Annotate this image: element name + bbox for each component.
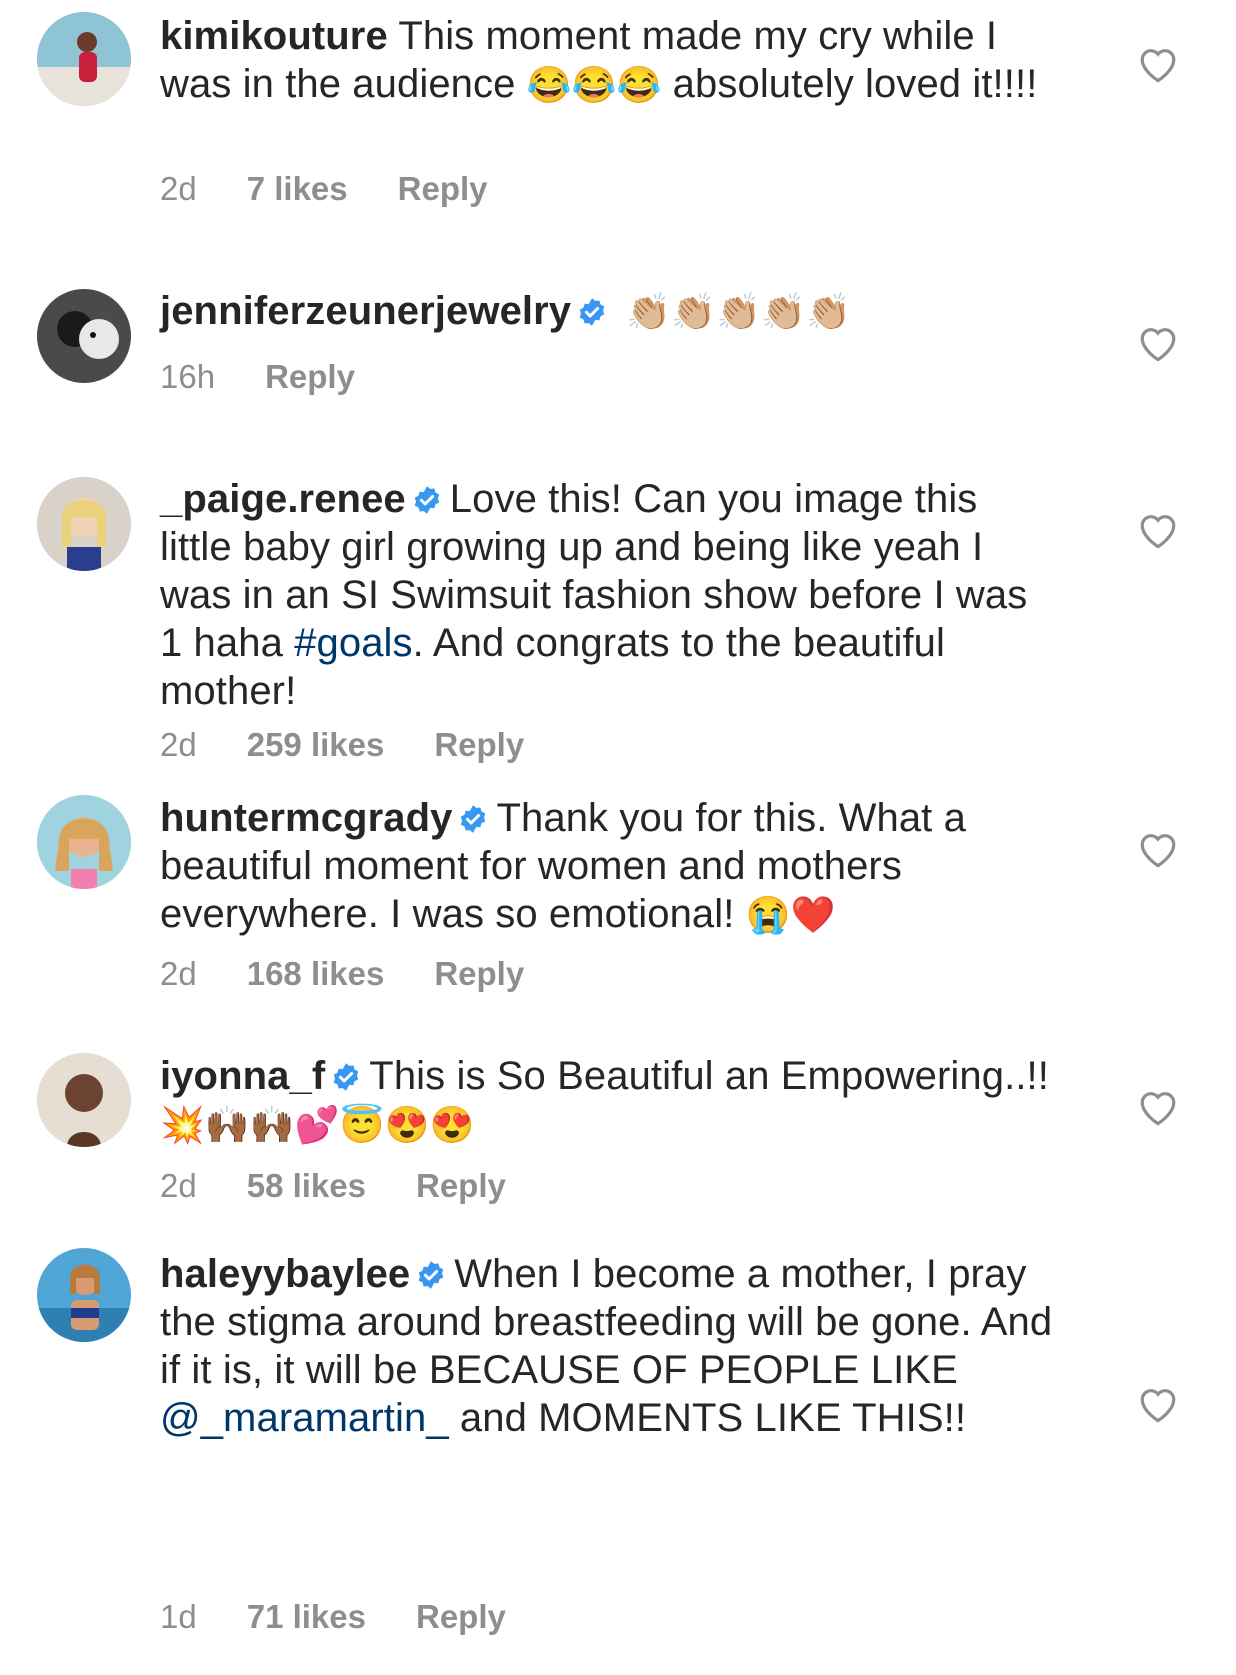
comment-meta: 2d 7 likes Reply — [160, 170, 538, 208]
comment-body: This is So Beautiful an Empowering..!! — [369, 1054, 1049, 1098]
likes-count[interactable]: 259 likes — [247, 726, 385, 764]
timestamp: 2d — [160, 170, 197, 207]
username[interactable]: iyonna_f — [160, 1054, 325, 1098]
comment-text: jenniferzeunerjewelry 👏🏼👏🏼👏🏼👏🏼👏🏼 — [160, 287, 1060, 336]
avatar[interactable] — [37, 477, 131, 571]
emoji: 😂😂😂 — [526, 64, 662, 105]
verified-badge-icon — [458, 804, 488, 834]
comment-body: absolutely loved it!!!! — [661, 62, 1038, 106]
username[interactable]: kimikouture — [160, 14, 388, 58]
avatar[interactable] — [37, 12, 131, 106]
heart-outline-icon[interactable] — [1137, 1087, 1179, 1127]
verified-badge-icon — [577, 297, 607, 327]
verified-badge-icon — [331, 1062, 361, 1092]
comment-meta: 2d 259 likes Reply — [160, 726, 574, 764]
timestamp: 16h — [160, 358, 216, 395]
verified-badge-icon — [412, 485, 442, 515]
comment-meta: 16h Reply — [160, 358, 405, 396]
hashtag-link[interactable]: #goals — [294, 621, 412, 665]
comment-body — [615, 289, 626, 333]
timestamp: 2d — [160, 726, 197, 763]
reply-button[interactable]: Reply — [265, 358, 355, 396]
avatar[interactable] — [37, 1053, 131, 1147]
avatar[interactable] — [37, 289, 131, 383]
emoji: 💥🙌🏾🙌🏾💕😇😍😍 — [160, 1104, 475, 1145]
mention-link[interactable]: @_maramartin_ — [160, 1396, 449, 1440]
avatar[interactable] — [37, 795, 131, 889]
comment-meta: 2d 58 likes Reply — [160, 1167, 556, 1205]
emoji: 👏🏼👏🏼👏🏼👏🏼👏🏼 — [626, 291, 851, 332]
emoji: 😭❤️ — [745, 894, 836, 935]
heart-outline-icon[interactable] — [1137, 323, 1179, 363]
reply-button[interactable]: Reply — [416, 1167, 506, 1205]
likes-count[interactable]: 168 likes — [247, 955, 385, 993]
avatar[interactable] — [37, 1248, 131, 1342]
comment-meta: 2d 168 likes Reply — [160, 955, 574, 993]
timestamp: 1d — [160, 1598, 197, 1635]
comment-text: iyonna_f This is So Beautiful an Empoweri… — [160, 1052, 1060, 1149]
likes-count[interactable]: 58 likes — [247, 1167, 366, 1205]
username[interactable]: huntermcgrady — [160, 796, 452, 840]
username[interactable]: haleyybaylee — [160, 1252, 410, 1296]
heart-outline-icon[interactable] — [1137, 510, 1179, 550]
heart-outline-icon[interactable] — [1137, 1384, 1179, 1424]
reply-button[interactable]: Reply — [398, 170, 488, 208]
reply-button[interactable]: Reply — [416, 1598, 506, 1636]
comment-text: _paige.renee Love this! Can you image thi… — [160, 475, 1060, 715]
reply-button[interactable]: Reply — [434, 726, 524, 764]
timestamp: 2d — [160, 955, 197, 992]
likes-count[interactable]: 71 likes — [247, 1598, 366, 1636]
comment-text: haleyybaylee When I become a mother, I pr… — [160, 1250, 1060, 1442]
comment-meta: 1d 71 likes Reply — [160, 1598, 556, 1636]
comment-text: kimikouture This moment made my cry whil… — [160, 12, 1060, 109]
comment-text: huntermcgrady Thank you for this. What a … — [160, 794, 1060, 939]
heart-outline-icon[interactable] — [1137, 829, 1179, 869]
heart-outline-icon[interactable] — [1137, 44, 1179, 84]
username[interactable]: jenniferzeunerjewelry — [160, 289, 571, 333]
likes-count[interactable]: 7 likes — [247, 170, 348, 208]
reply-button[interactable]: Reply — [434, 955, 524, 993]
username[interactable]: _paige.renee — [160, 477, 406, 521]
timestamp: 2d — [160, 1167, 197, 1204]
comment-body: and MOMENTS LIKE THIS!! — [448, 1396, 967, 1440]
verified-badge-icon — [416, 1260, 446, 1290]
